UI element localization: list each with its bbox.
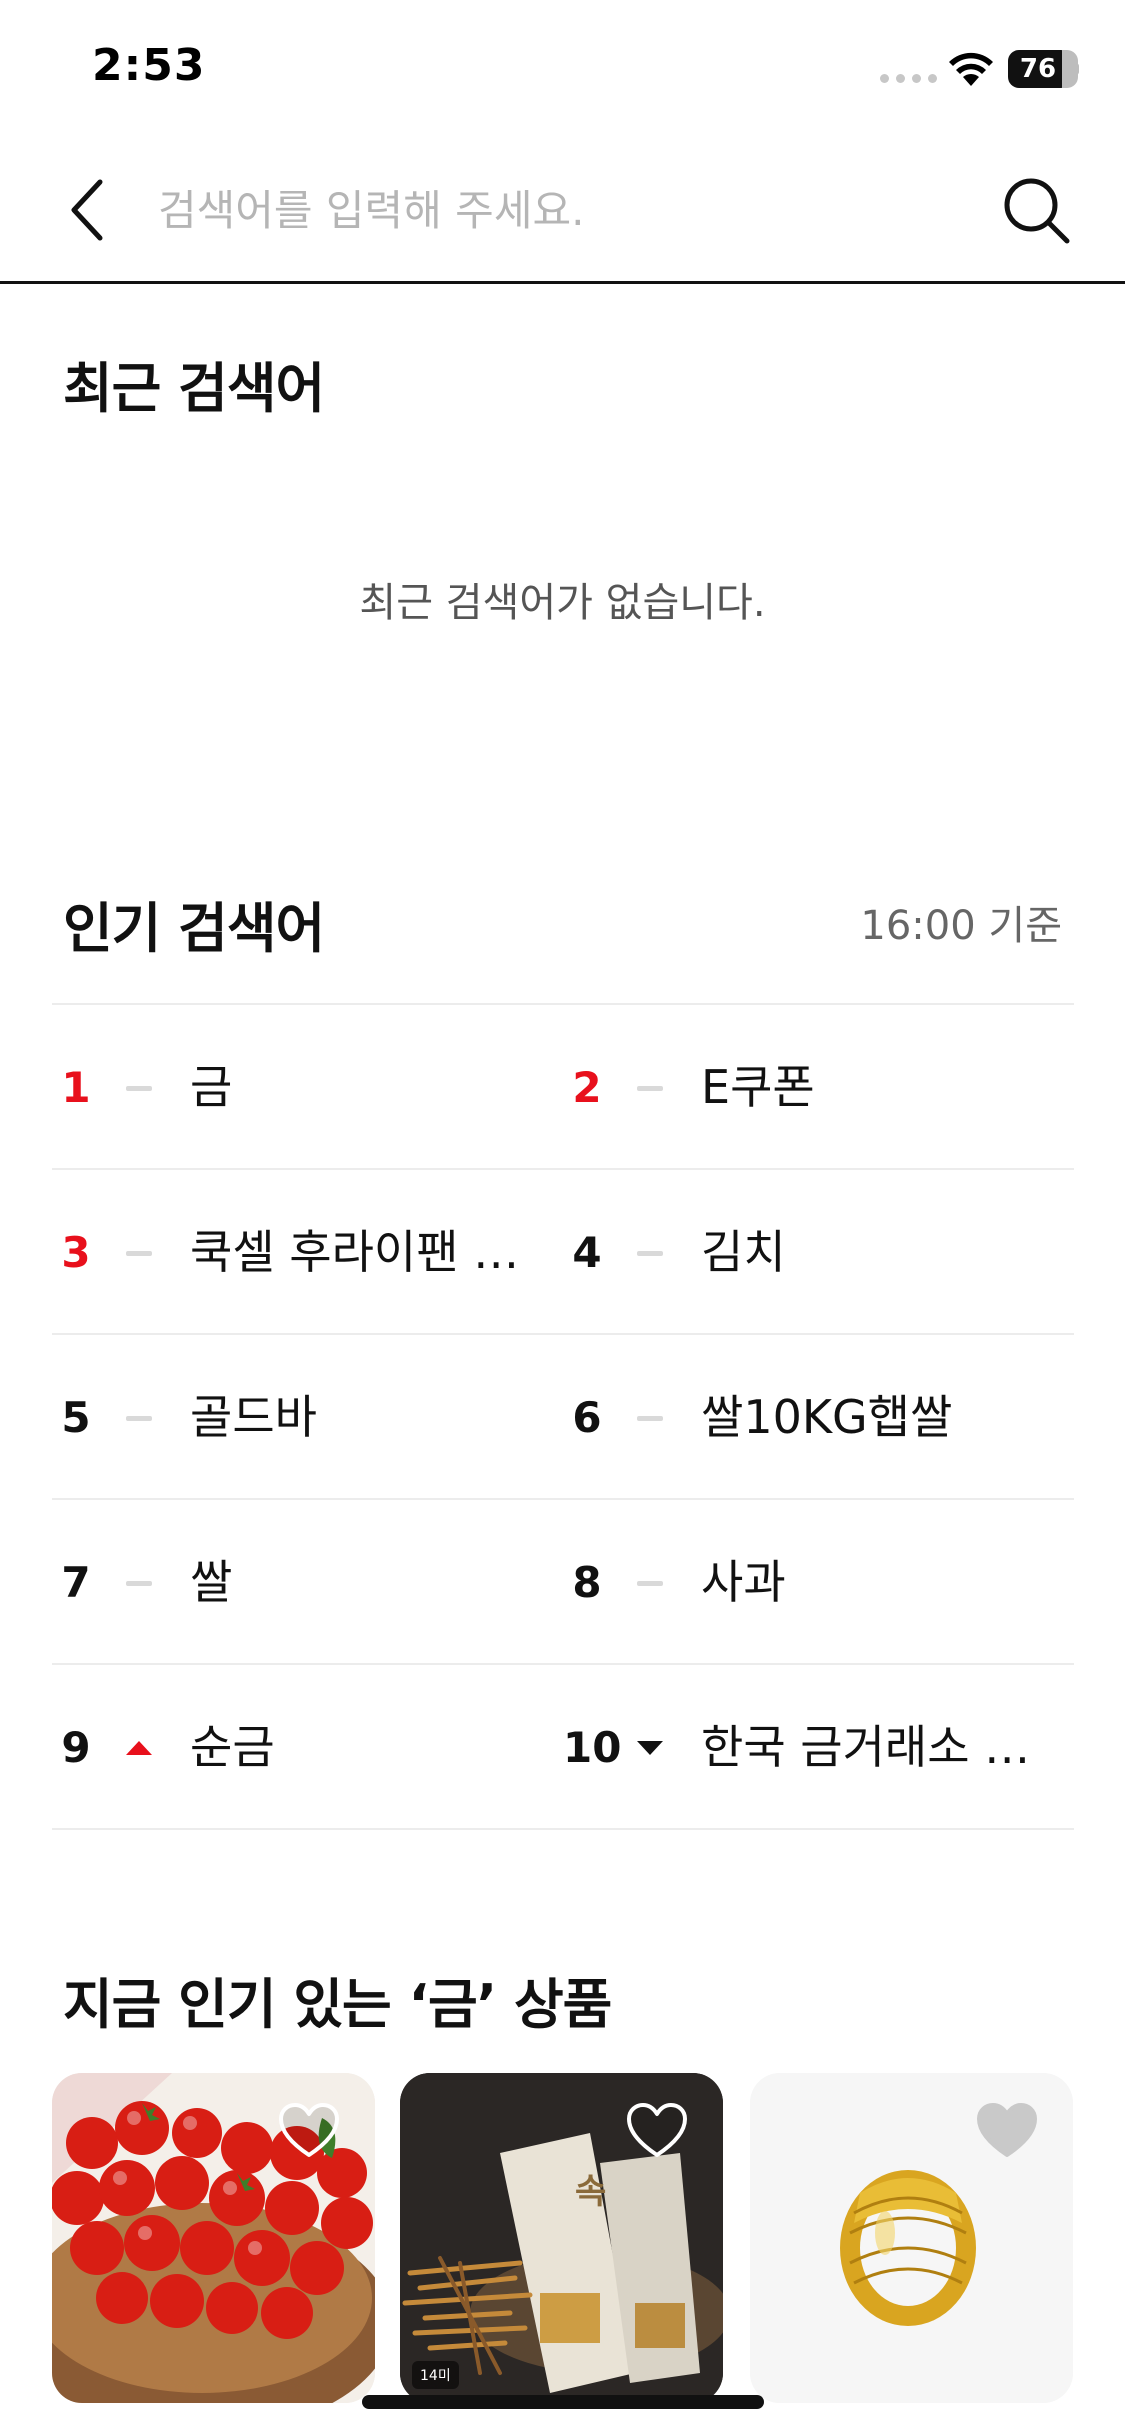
- rank-unchanged-icon: [126, 1081, 152, 1095]
- rank-number: 9: [61, 1723, 91, 1772]
- rank-keyword: 순금: [190, 1720, 275, 1774]
- search-icon: [1004, 178, 1070, 244]
- rank-keyword: 금: [190, 1060, 233, 1114]
- rank-number: 1: [61, 1063, 91, 1112]
- status-bar: 2:53 76: [0, 0, 1125, 140]
- rank-number: 8: [572, 1558, 602, 1607]
- popular-search-item[interactable]: 10 한국 금거래소 …: [563, 1665, 1074, 1830]
- rank-number: 7: [61, 1558, 91, 1607]
- heart-outline-icon: [279, 2103, 339, 2157]
- rank-keyword: 골드바: [190, 1390, 317, 1444]
- back-button[interactable]: [58, 170, 118, 250]
- rank-down-icon: [637, 1741, 663, 1755]
- like-button[interactable]: [625, 2101, 689, 2159]
- rank-row: 3 쿡셀 후라이팬 … 4 김치: [52, 1170, 1074, 1335]
- popular-search-item[interactable]: 6 쌀10KG햅쌀: [563, 1335, 1074, 1500]
- cellular-signal-icon: [880, 74, 937, 83]
- rank-unchanged-icon: [637, 1246, 663, 1260]
- rank-number: 3: [61, 1228, 91, 1277]
- battery-level: 76: [1019, 54, 1057, 84]
- rank-number: 4: [572, 1228, 602, 1277]
- rank-row: 5 골드바 6 쌀10KG햅쌀: [52, 1335, 1074, 1500]
- rank-number: 10: [563, 1723, 622, 1772]
- recent-searches-empty-message: 최근 검색어가 없습니다.: [359, 580, 766, 626]
- heart-outline-icon: [627, 2103, 687, 2157]
- popular-search-item[interactable]: 7 쌀: [52, 1500, 563, 1665]
- rank-unchanged-icon: [637, 1081, 663, 1095]
- rank-unchanged-icon: [637, 1411, 663, 1425]
- search-header: [0, 140, 1125, 284]
- rank-number: 5: [61, 1393, 91, 1442]
- rank-row: 7 쌀 8 사과: [52, 1500, 1074, 1665]
- popular-searches-title: 인기 검색어: [63, 897, 325, 960]
- rank-keyword: 한국 금거래소 …: [701, 1720, 1031, 1774]
- rank-unchanged-icon: [126, 1411, 152, 1425]
- rank-unchanged-icon: [637, 1576, 663, 1590]
- wifi-icon: [949, 52, 993, 86]
- rank-row: 1 금 2 E쿠폰: [52, 1005, 1074, 1170]
- popular-products-title: 지금 인기 있는 ‘금’ 상품: [63, 1973, 612, 2036]
- popular-searches-list: 1 금 2 E쿠폰 3 쿡셀 후라이팬 … 4 김치 5 골드바 6 쌀10KG…: [52, 1003, 1074, 1830]
- battery-icon: 76: [1008, 50, 1079, 88]
- rank-number: 6: [572, 1393, 602, 1442]
- svg-text:속: 속: [575, 2172, 606, 2212]
- rank-keyword: 쌀: [190, 1555, 233, 1609]
- rank-keyword: 사과: [701, 1555, 786, 1609]
- product-card[interactable]: [750, 2073, 1073, 2403]
- popular-search-item[interactable]: 8 사과: [563, 1500, 1074, 1665]
- rank-unchanged-icon: [126, 1576, 152, 1590]
- popular-search-item[interactable]: 5 골드바: [52, 1335, 563, 1500]
- search-input[interactable]: [158, 170, 958, 250]
- rank-keyword: 쿡셀 후라이팬 …: [190, 1225, 520, 1279]
- rank-number: 2: [572, 1063, 602, 1112]
- product-carousel: 속 14미: [52, 2073, 1074, 2403]
- search-button[interactable]: [996, 168, 1076, 252]
- rank-keyword: 쌀10KG햅쌀: [701, 1390, 953, 1444]
- product-tag: 14미: [412, 2361, 459, 2389]
- rank-keyword: 김치: [701, 1225, 786, 1279]
- product-card[interactable]: [52, 2073, 375, 2403]
- popular-searches-timestamp: 16:00 기준: [860, 903, 1062, 949]
- product-card[interactable]: 속 14미: [400, 2073, 723, 2403]
- rank-up-icon: [126, 1741, 152, 1755]
- popular-search-item[interactable]: 4 김치: [563, 1170, 1074, 1335]
- home-indicator: [362, 2395, 764, 2409]
- popular-search-item[interactable]: 9 순금: [52, 1665, 563, 1830]
- like-button[interactable]: [975, 2101, 1039, 2159]
- chevron-left-icon: [71, 179, 103, 241]
- popular-search-item[interactable]: 1 금: [52, 1005, 563, 1170]
- popular-search-item[interactable]: 2 E쿠폰: [563, 1005, 1074, 1170]
- heart-filled-icon: [977, 2103, 1037, 2157]
- rank-unchanged-icon: [126, 1246, 152, 1260]
- like-button[interactable]: [277, 2101, 341, 2159]
- recent-searches-title: 최근 검색어: [63, 357, 325, 420]
- popular-search-item[interactable]: 3 쿡셀 후라이팬 …: [52, 1170, 563, 1335]
- status-time: 2:53: [92, 40, 206, 91]
- rank-keyword: E쿠폰: [701, 1060, 815, 1114]
- rank-row: 9 순금 10 한국 금거래소 …: [52, 1665, 1074, 1830]
